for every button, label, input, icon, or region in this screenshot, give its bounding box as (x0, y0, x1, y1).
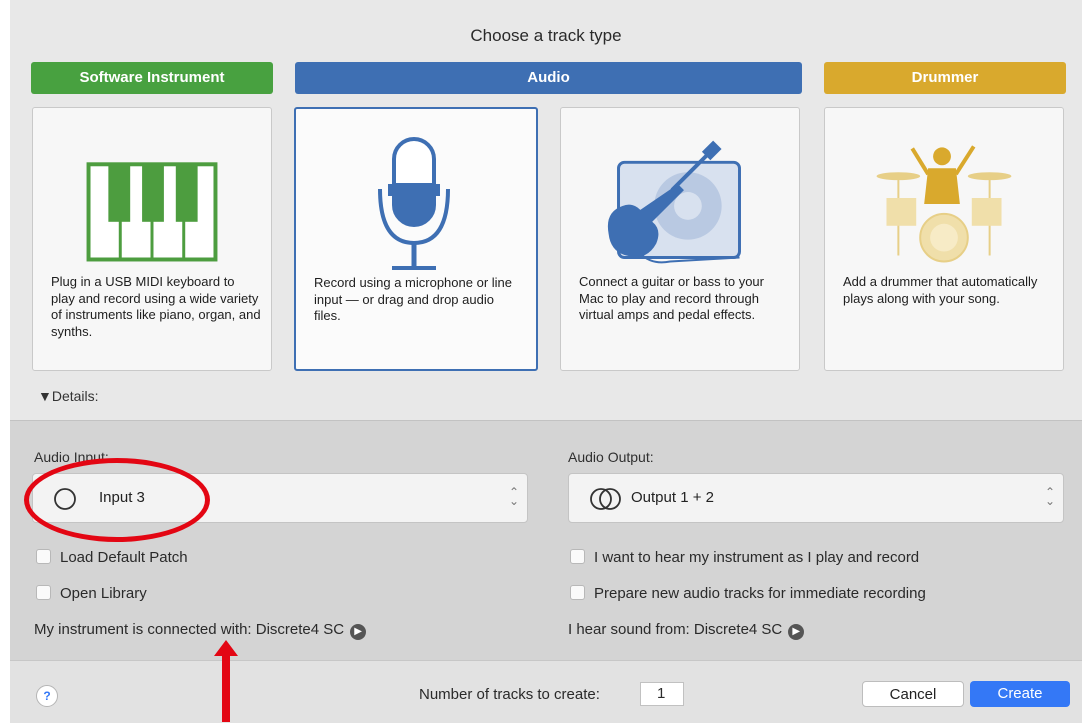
dialog-title: Choose a track type (470, 26, 622, 45)
card-drummer[interactable]: Add a drummer that automatically plays a… (824, 107, 1064, 371)
card-description: Record using a microphone or line input … (314, 275, 512, 323)
checkbox-label: Prepare new audio tracks for immediate r… (594, 585, 926, 602)
tab-drummer[interactable]: Drummer (824, 62, 1066, 94)
open-library-checkbox[interactable] (36, 585, 51, 600)
annotation-arrow-icon (214, 640, 238, 722)
stereo-circles-icon (590, 488, 621, 510)
guitar-amp-icon (607, 140, 741, 264)
instrument-connection-row: My instrument is connected with: Discret… (34, 621, 367, 640)
tab-software-instrument[interactable]: Software Instrument (31, 62, 273, 94)
card-guitar-bass[interactable]: Connect a guitar or bass to your Mac to … (560, 107, 800, 371)
create-button[interactable]: Create (970, 681, 1070, 707)
audio-output-select[interactable]: Output 1 + 2 ⌃ ⌄ (568, 473, 1064, 523)
cancel-button[interactable]: Cancel (862, 681, 964, 707)
checkbox-label: Open Library (60, 585, 147, 602)
help-button[interactable]: ? (36, 685, 58, 707)
instrument-connection-text: My instrument is connected with: Discret… (34, 621, 345, 638)
dialog-footer: ? Number of tracks to create: 1 Cancel C… (10, 660, 1082, 723)
card-description: Plug in a USB MIDI keyboard to play and … (51, 274, 261, 339)
load-default-patch-option[interactable]: Load Default Patch (36, 549, 188, 566)
card-description: Connect a guitar or bass to your Mac to … (579, 274, 764, 322)
tracks-count-input[interactable]: 1 (640, 682, 684, 706)
details-disclosure[interactable]: ▼Details: (38, 388, 99, 404)
microphone-icon (378, 137, 450, 270)
open-library-option[interactable]: Open Library (36, 585, 147, 602)
drummer-icon (876, 145, 1012, 263)
tracks-count-label: Number of tracks to create: (419, 686, 600, 703)
arrow-right-icon[interactable]: ▶ (788, 624, 805, 640)
audio-output-value: Output 1 + 2 (631, 489, 714, 506)
piano-keys-icon (86, 162, 218, 262)
audio-output-label: Audio Output: (568, 449, 654, 465)
updown-chevron-icon: ⌃ ⌄ (508, 485, 519, 508)
prepare-tracks-option[interactable]: Prepare new audio tracks for immediate r… (570, 585, 926, 602)
new-track-dialog: Choose a track type Software Instrument … (10, 0, 1082, 723)
updown-chevron-icon: ⌃ ⌄ (1044, 485, 1055, 508)
tab-audio[interactable]: Audio (295, 62, 802, 94)
checkbox-label: Load Default Patch (60, 549, 188, 566)
card-audio[interactable]: Record using a microphone or line input … (294, 107, 538, 371)
sound-output-row: I hear sound from: Discrete4 SC ▶ (568, 621, 805, 640)
checkbox-label: I want to hear my instrument as I play a… (594, 549, 920, 566)
details-section: Audio Input: Input 3 ⌃ ⌄ Audio Output: Ou… (10, 420, 1082, 661)
annotation-circle (24, 458, 210, 542)
hear-instrument-checkbox[interactable] (570, 549, 585, 564)
prepare-tracks-checkbox[interactable] (570, 585, 585, 600)
load-default-patch-checkbox[interactable] (36, 549, 51, 564)
sound-output-text: I hear sound from: Discrete4 SC (568, 621, 783, 638)
track-type-section: Choose a track type Software Instrument … (10, 0, 1082, 420)
card-description: Add a drummer that automatically plays a… (843, 274, 1038, 306)
arrow-right-icon[interactable]: ▶ (350, 624, 367, 640)
hear-instrument-option[interactable]: I want to hear my instrument as I play a… (570, 549, 919, 566)
card-software-instrument[interactable]: Plug in a USB MIDI keyboard to play and … (32, 107, 272, 371)
